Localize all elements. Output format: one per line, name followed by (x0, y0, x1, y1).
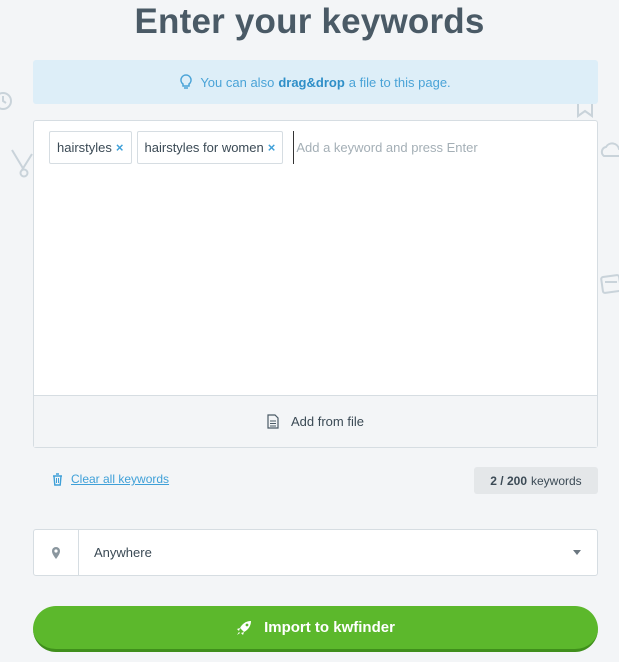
hint-suffix: a file to this page. (348, 74, 451, 90)
keyword-counter-badge: 2 / 200 keywords (474, 467, 598, 494)
drag-drop-hint: You can also drag&drop a file to this pa… (33, 60, 598, 104)
remove-tag-icon[interactable]: × (116, 140, 124, 155)
keyword-input-box[interactable]: hairstyles × hairstyles for women × Add … (33, 120, 598, 448)
clear-all-keywords: Clear all keywords (52, 472, 169, 486)
clock-doodle-icon (0, 90, 14, 112)
map-pin-icon (34, 530, 79, 575)
keyword-tag-list: hairstyles × hairstyles for women × (49, 131, 587, 164)
hint-prefix: You can also (200, 74, 275, 90)
keyword-input[interactable] (293, 131, 554, 164)
cloud-doodle-icon (600, 138, 619, 160)
file-icon (267, 414, 279, 429)
add-from-file-label: Add from file (291, 414, 364, 429)
keyword-tag-label: hairstyles (57, 140, 112, 155)
keyword-count-unit: keywords (531, 473, 582, 488)
keyword-tag: hairstyles × (49, 131, 132, 164)
import-button-label: Import to kwfinder (264, 619, 395, 636)
hint-emphasis: drag&drop (278, 74, 345, 90)
calendar-doodle-icon (600, 272, 619, 296)
add-from-file-button[interactable]: Add from file (34, 395, 597, 447)
trash-icon (52, 472, 63, 486)
clear-all-keywords-link[interactable]: Clear all keywords (71, 472, 169, 486)
keyword-import-page: Enter your keywords You can also drag&dr… (0, 0, 619, 662)
lightbulb-icon (180, 74, 193, 90)
keyword-tag-label: hairstyles for women (144, 140, 264, 155)
location-select[interactable]: Anywhere (33, 529, 598, 576)
scissors-doodle-icon (10, 148, 34, 178)
rocket-icon (236, 620, 252, 636)
page-title: Enter your keywords (134, 2, 485, 41)
remove-tag-icon[interactable]: × (268, 140, 276, 155)
import-to-kwfinder-button[interactable]: Import to kwfinder (33, 606, 598, 652)
chevron-down-icon (557, 530, 597, 575)
keyword-count-value: 2 / 200 (490, 473, 527, 488)
location-value: Anywhere (94, 545, 152, 560)
keyword-tag: hairstyles for women × (136, 131, 284, 164)
